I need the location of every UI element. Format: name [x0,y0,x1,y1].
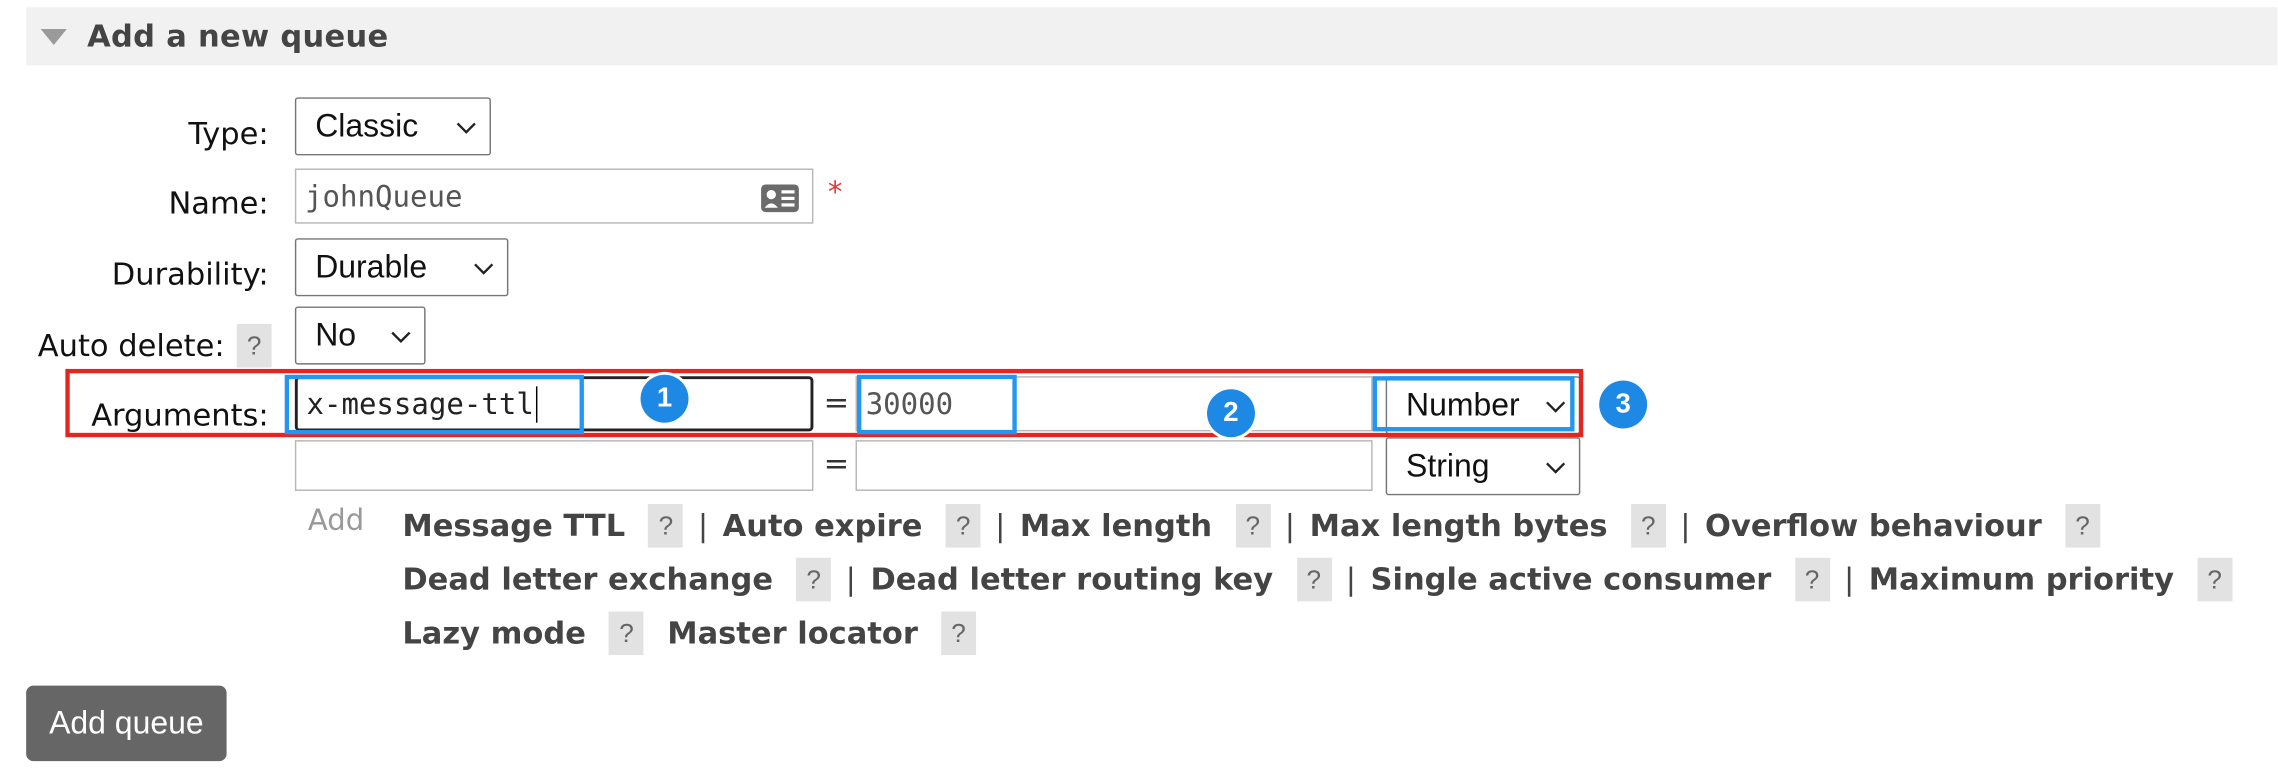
separator: | [697,507,709,543]
required-marker: * [827,174,843,210]
argument-value-input-2[interactable] [855,440,1373,491]
maximum-priority-help-button[interactable]: ? [2197,557,2233,601]
auto-delete-select-value: No [315,316,357,353]
message-ttl-help-button[interactable]: ? [648,503,684,547]
chevron-down-icon [474,263,494,275]
auto-delete-help-button[interactable]: ? [236,323,272,368]
separator: | [995,507,1006,543]
argument-shortcuts: Message TTL ? | Auto expire ? | Max leng… [402,498,2247,659]
single-active-consumer-help-button[interactable]: ? [1794,557,1830,601]
add-argument-link[interactable]: Add [308,503,364,538]
highlight-box-type [1372,376,1575,432]
master-locator-help-button[interactable]: ? [941,610,977,655]
contact-card-icon[interactable] [760,183,801,214]
maximum-priority-link[interactable]: Maximum priority [1869,561,2174,596]
argument-key-input-2[interactable] [294,440,814,491]
section-title: Add a new queue [87,18,389,54]
annotation-badge-3: 3 [1599,380,1648,429]
name-input[interactable]: johnQueue [294,168,814,224]
auto-delete-select[interactable]: No [294,306,426,365]
max-length-bytes-link[interactable]: Max length bytes [1310,508,1608,543]
auto-expire-link[interactable]: Auto expire [723,508,923,543]
add-queue-button[interactable]: Add queue [26,685,227,762]
lazy-mode-help-button[interactable]: ? [609,610,644,655]
highlight-box-key [284,374,584,435]
name-label: Name: [168,185,269,221]
separator: | [1843,561,1855,597]
type-label: Type: [188,116,269,152]
name-input-value: johnQueue [305,178,463,214]
auto-delete-label: Auto delete: [37,328,225,364]
annotation-badge-2: 2 [1207,389,1255,438]
dead-letter-exchange-link[interactable]: Dead letter exchange [402,561,773,596]
durability-select[interactable]: Durable [294,238,509,297]
highlight-box-value [856,374,1017,435]
max-length-help-button[interactable]: ? [1235,503,1271,547]
argument-type-select-2[interactable]: String [1385,437,1581,496]
chevron-down-icon [456,122,476,134]
section-header[interactable]: Add a new queue [26,7,2278,66]
triangle-down-icon[interactable] [40,28,67,45]
chevron-down-icon [391,331,411,343]
durability-label: Durability: [111,257,269,292]
separator: | [1284,507,1296,543]
auto-expire-help-button[interactable]: ? [945,503,981,547]
max-length-bytes-help-button[interactable]: ? [1630,503,1666,547]
dead-letter-exchange-help-button[interactable]: ? [796,557,832,601]
single-active-consumer-link[interactable]: Single active consumer [1371,561,1772,596]
argument-type-value-2: String [1406,447,1490,484]
annotation-badge-1: 1 [640,374,689,423]
separator: | [1680,507,1691,543]
dead-letter-routing-key-link[interactable]: Dead letter routing key [870,561,1273,596]
max-length-link[interactable]: Max length [1020,508,1212,543]
argument-shortcuts-line-2: Dead letter exchange ? | Dead letter rou… [402,552,2247,606]
message-ttl-link[interactable]: Message TTL [402,508,625,543]
argument-shortcuts-line-3: Lazy mode ? Master locator ? [402,606,2247,660]
overflow-behaviour-link[interactable]: Overflow behaviour [1705,508,2042,543]
master-locator-link[interactable]: Master locator [667,615,918,650]
argument-shortcuts-line-1: Message TTL ? | Auto expire ? | Max leng… [402,498,2247,552]
overflow-behaviour-help-button[interactable]: ? [2065,503,2100,547]
dead-letter-routing-key-help-button[interactable]: ? [1296,557,1332,601]
separator: | [1345,561,1357,597]
separator: | [845,561,856,597]
argument-equals-2: = [823,445,850,481]
chevron-down-icon [1546,462,1566,474]
lazy-mode-link[interactable]: Lazy mode [402,615,586,650]
durability-select-value: Durable [315,248,428,285]
type-select[interactable]: Classic [294,97,491,156]
type-select-value: Classic [315,107,419,144]
